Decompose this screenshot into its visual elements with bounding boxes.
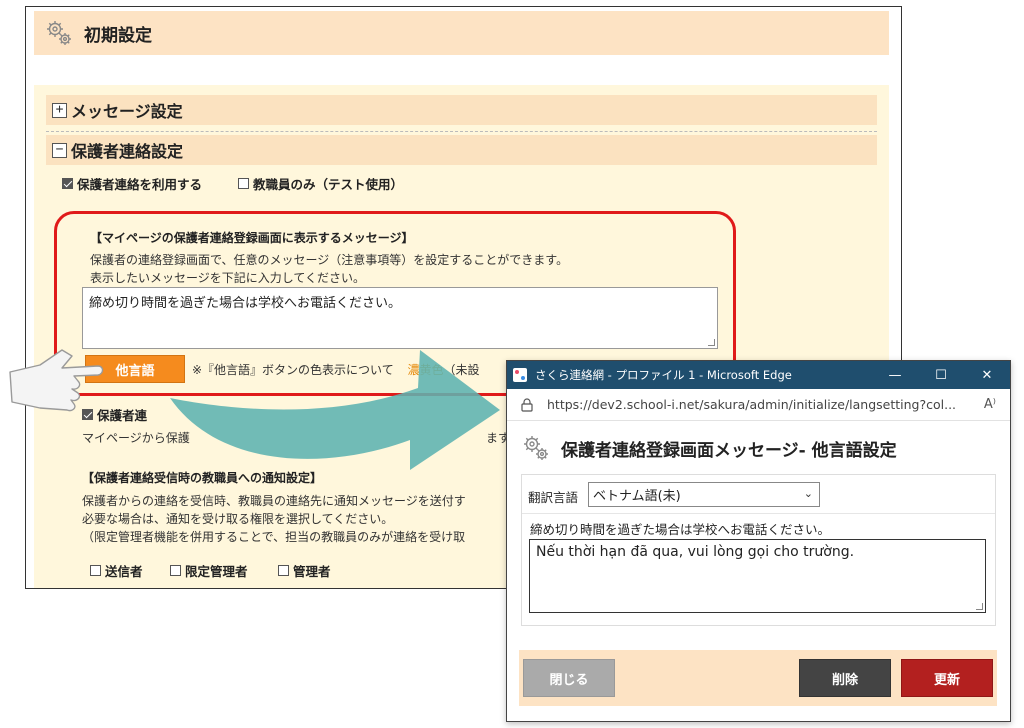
resize-grip[interactable]: [976, 603, 983, 610]
delete-button[interactable]: 削除: [799, 659, 891, 697]
close-icon[interactable]: ✕: [964, 361, 1010, 389]
popup-header: 保護者連絡登録画面メッセージ- 他言語設定: [521, 433, 897, 463]
section-message-settings[interactable]: + メッセージ設定: [46, 95, 877, 125]
notify-limited-admin-checkbox[interactable]: 限定管理者: [170, 561, 248, 580]
checkbox[interactable]: [278, 565, 289, 576]
window-titlebar[interactable]: さくら連絡網 - プロファイル 1 - Microsoft Edge — ☐ ✕: [507, 361, 1010, 389]
close-button[interactable]: 閉じる: [523, 659, 615, 697]
update-button[interactable]: 更新: [901, 659, 993, 697]
notify-line-3: （限定管理者機能を併用することで、担当の教職員のみが連絡を受け取: [82, 530, 466, 544]
source-message: 締め切り時間を過ぎた場合は学校へお電話ください。: [530, 522, 831, 537]
divider: [522, 513, 995, 514]
chevron-down-icon[interactable]: ⌄: [804, 487, 813, 500]
maximize-icon[interactable]: ☐: [918, 361, 964, 389]
popup-footer: 閉じる 削除 更新: [519, 650, 997, 706]
divider: [46, 131, 877, 132]
section-title-parent-contact: 保護者連絡設定: [71, 142, 184, 161]
page-header: 初期設定: [34, 11, 889, 55]
checkbox-label: 管理者: [293, 564, 331, 579]
address-bar[interactable]: https://dev2.school-i.net/sakura/admin/i…: [507, 389, 1010, 421]
partial-checkbox[interactable]: 保護者連: [82, 405, 147, 424]
edge-popup-window: さくら連絡網 - プロファイル 1 - Microsoft Edge — ☐ ✕…: [506, 360, 1011, 722]
checkbox[interactable]: [238, 178, 249, 189]
checkbox-label: 保護者連絡を利用する: [77, 177, 203, 192]
gear-icon: [521, 433, 551, 463]
notify-heading: 【保護者連絡受信時の教職員への通知設定】: [82, 471, 323, 485]
checkbox[interactable]: [62, 178, 73, 189]
page-title: 初期設定: [84, 25, 152, 46]
read-aloud-icon[interactable]: A⁾: [984, 397, 996, 412]
section-parent-contact[interactable]: − 保護者連絡設定: [46, 135, 877, 165]
translation-value: Nếu thời hạn đã qua, vui lòng gọi cho tr…: [536, 544, 855, 560]
staff-only-checkbox[interactable]: 教職員のみ（テスト使用）: [238, 174, 403, 193]
lock-icon[interactable]: [521, 397, 533, 412]
notify-line-1: 保護者からの連絡を受信時、教職員の連絡先に通知メッセージを送付す: [82, 494, 466, 508]
url-text[interactable]: https://dev2.school-i.net/sakura/admin/i…: [547, 397, 956, 412]
popup-title: 保護者連絡登録画面メッセージ- 他言語設定: [561, 440, 897, 461]
checkbox-label: 送信者: [105, 564, 143, 579]
translation-textarea[interactable]: Nếu thời hạn đã qua, vui lòng gọi cho tr…: [529, 539, 986, 613]
checkbox-label: 教職員のみ（テスト使用）: [253, 177, 404, 192]
section-title-message: メッセージ設定: [71, 102, 183, 121]
language-select[interactable]: ベトナム語(未) ⌄: [588, 482, 820, 507]
expand-toggle[interactable]: +: [52, 102, 67, 118]
minimize-icon[interactable]: —: [872, 361, 918, 389]
checkbox[interactable]: [170, 565, 181, 576]
notify-admin-checkbox[interactable]: 管理者: [278, 561, 331, 580]
app-icon: [513, 368, 527, 382]
partial-line-1: マイページから保護: [82, 431, 190, 445]
checkbox[interactable]: [82, 409, 93, 420]
language-label: 翻訳言語: [528, 490, 579, 505]
gear-icon: [44, 18, 74, 48]
language-selected-value: ベトナム語(未): [593, 489, 681, 504]
checkbox[interactable]: [90, 565, 101, 576]
window-title: さくら連絡網 - プロファイル 1 - Microsoft Edge: [535, 368, 792, 382]
checkbox-label: 限定管理者: [185, 564, 248, 579]
use-parent-contact-checkbox[interactable]: 保護者連絡を利用する: [62, 174, 202, 193]
checkbox-label: 保護者連: [97, 408, 148, 423]
translation-form: 翻訳言語 ベトナム語(未) ⌄ 締め切り時間を過ぎた場合は学校へお電話ください。…: [521, 474, 996, 626]
collapse-toggle[interactable]: −: [52, 142, 67, 158]
window-controls: — ☐ ✕: [872, 361, 1010, 389]
notify-sender-checkbox[interactable]: 送信者: [90, 561, 143, 580]
notify-line-2: 必要な場合は、通知を受け取る権限を選択してください。: [82, 512, 394, 526]
